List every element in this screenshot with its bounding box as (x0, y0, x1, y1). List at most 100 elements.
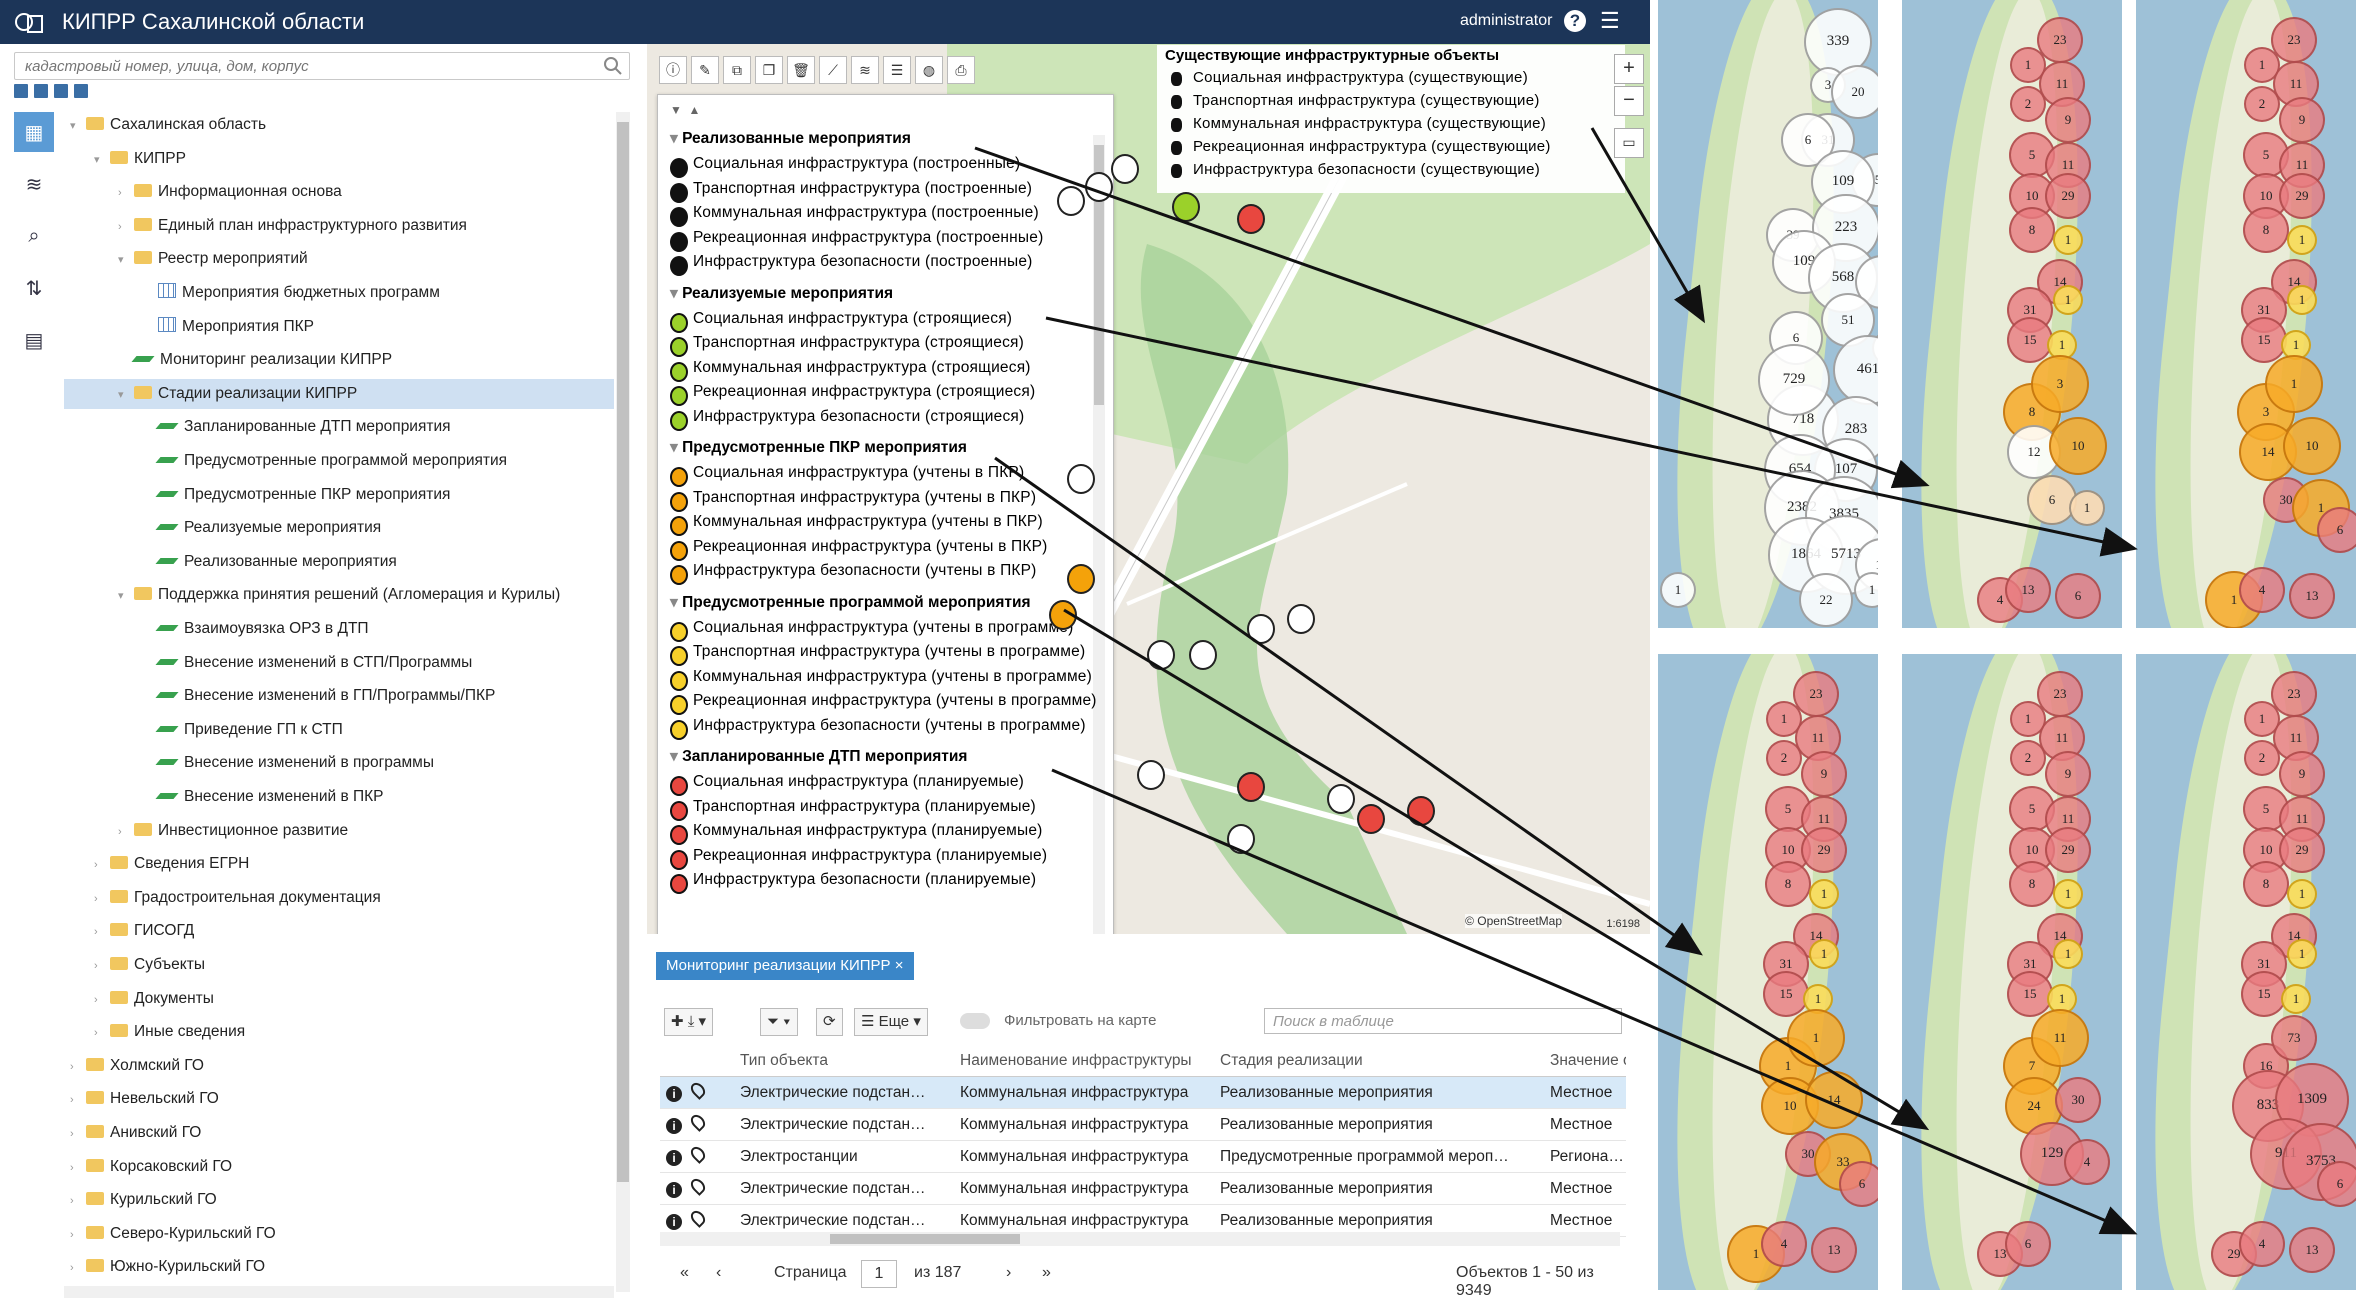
cluster-marker[interactable]: 6 (2317, 507, 2356, 553)
layer-item[interactable]: Коммунальная инфраструктура (учтены в ПК… (693, 513, 1043, 531)
tree-node[interactable]: › Субъекты (64, 950, 614, 980)
stack-layers-icon[interactable]: ≋ (14, 164, 54, 204)
cluster-marker[interactable]: 6 (2055, 573, 2101, 619)
layer-item[interactable]: Социальная инфраструктура (строящиеся) (693, 310, 1012, 328)
legend-list-icon[interactable]: ☰ (883, 56, 911, 84)
expand-chevron-icon[interactable]: ▾ (118, 581, 134, 611)
column-header[interactable]: Значение об (1544, 1046, 1626, 1077)
cluster-marker[interactable]: 15 (2241, 317, 2287, 363)
expand-chevron-icon[interactable]: › (94, 985, 110, 1015)
cluster-marker[interactable]: 9 (2279, 97, 2325, 143)
layer-item[interactable]: Коммунальная инфраструктура (построенные… (693, 204, 1039, 222)
transfer-icon[interactable]: ⇅ (14, 268, 54, 308)
group-chevron-icon[interactable]: ▾ (670, 594, 682, 611)
map-pin[interactable] (1137, 760, 1165, 790)
cluster-marker[interactable]: 1 (2069, 490, 2105, 526)
expand-chevron-icon[interactable]: › (70, 1253, 86, 1283)
objects-icon[interactable]: ⧉ (723, 56, 751, 84)
info-icon[interactable]: i (666, 1118, 682, 1134)
tree-node[interactable]: › Градостроительная документация (64, 883, 614, 913)
layer-panel-scrollbar[interactable] (1093, 135, 1105, 934)
layer-item[interactable]: Социальная инфраструктура (планируемые) (693, 773, 1024, 791)
table-row[interactable]: i Электрические подстан… Коммунальная инфр… (660, 1076, 1626, 1109)
prev-page-button[interactable]: ‹ (716, 1264, 721, 1282)
cluster-marker[interactable]: 11 (2031, 1009, 2089, 1067)
cluster-marker[interactable]: 2 (1766, 740, 1802, 776)
cluster-marker[interactable]: 6 (2005, 1221, 2051, 1267)
cluster-marker[interactable]: 20 (1831, 65, 1878, 119)
cluster-marker[interactable]: 1 (2053, 225, 2083, 255)
locate-pin-icon[interactable] (688, 1176, 708, 1196)
tree-node[interactable]: ▾ Реестр мероприятий (64, 244, 614, 274)
expand-chevron-icon[interactable]: › (118, 178, 134, 208)
map-pin[interactable] (1067, 564, 1095, 594)
cluster-marker[interactable]: 8 (1765, 861, 1811, 907)
cluster-marker[interactable]: 13 (2005, 567, 2051, 613)
table-row[interactable]: i Электростанции Коммунальная инфраструкту… (660, 1140, 1626, 1173)
layer-group-title[interactable]: ▾ Реализованные мероприятия (670, 129, 911, 148)
map-pin[interactable] (1237, 772, 1265, 802)
more-button[interactable]: ☰ Еще ▾ (854, 1008, 928, 1036)
cluster-marker[interactable]: 8 (2009, 861, 2055, 907)
hamburger-menu-icon[interactable]: ☰ (1600, 8, 1620, 34)
cluster-marker[interactable]: 1 (2287, 285, 2317, 315)
tree-node[interactable]: › Иные сведения (64, 1017, 614, 1047)
cluster-marker[interactable]: 9 (2045, 97, 2091, 143)
last-page-button[interactable]: » (1042, 1264, 1051, 1282)
layer-item[interactable]: Транспортная инфраструктура (строящиеся) (693, 334, 1024, 352)
tree-scrollbar[interactable] (616, 112, 630, 1292)
layers-tree-icon[interactable]: ▦ (14, 112, 54, 152)
cluster-marker[interactable]: 9 (1801, 751, 1847, 797)
expand-chevron-icon[interactable]: › (70, 1119, 86, 1149)
info-icon[interactable]: ⓘ (659, 56, 687, 84)
tree-node[interactable]: › Документы (64, 984, 614, 1014)
layer-item[interactable]: Коммунальная инфраструктура (планируемые… (693, 822, 1043, 840)
tree-node[interactable]: Предусмотренные ПКР мероприятия (64, 480, 614, 510)
layer-item[interactable]: Транспортная инфраструктура (учтены в пр… (693, 643, 1085, 661)
tree-node[interactable]: › Единый план инфраструктурного развития (64, 211, 614, 241)
expand-chevron-icon[interactable]: ▾ (70, 111, 86, 141)
info-icon[interactable]: i (666, 1182, 682, 1198)
cluster-marker[interactable]: 6 (1839, 1161, 1878, 1207)
cluster-marker[interactable]: 9 (2279, 751, 2325, 797)
locate-pin-icon[interactable] (688, 1112, 708, 1132)
search-icon[interactable] (603, 56, 623, 76)
edit-icon[interactable]: ✎ (691, 56, 719, 84)
tree-node[interactable]: Внесение изменений в СТП/Программы (64, 648, 614, 678)
map-pin[interactable] (1247, 614, 1275, 644)
tree-node[interactable]: Предусмотренные программой мероприятия (64, 446, 614, 476)
expand-chevron-icon[interactable]: › (94, 917, 110, 947)
layers-icon[interactable]: ≋ (851, 56, 879, 84)
tree-node[interactable]: Внесение изменений в ГП/Программы/ПКР (64, 681, 614, 711)
cluster-marker[interactable]: 1 (2287, 939, 2317, 969)
layer-group-title[interactable]: ▾ Запланированные ДТП мероприятия (670, 747, 967, 766)
map-pin[interactable] (1287, 604, 1315, 634)
group-chevron-icon[interactable]: ▾ (670, 439, 682, 456)
tree-node[interactable]: › Инвестиционное развитие (64, 816, 614, 846)
group-chevron-icon[interactable]: ▾ (670, 130, 682, 147)
cluster-marker[interactable]: 1 (2287, 879, 2317, 909)
layer-item[interactable]: Рекреационная инфраструктура (учтены в п… (693, 692, 1097, 710)
zoom-in-button[interactable]: + (1614, 54, 1644, 84)
layer-item[interactable]: Коммунальная инфраструктура (учтены в пр… (693, 668, 1092, 686)
column-header[interactable]: Стадия реализации (1214, 1046, 1544, 1077)
group-chevron-icon[interactable]: ▾ (670, 748, 682, 765)
filter-button[interactable]: ⏷ ▾ (760, 1008, 798, 1036)
tree-node[interactable]: Мероприятия ПКР (64, 312, 614, 342)
map-pin[interactable] (1172, 192, 1200, 222)
cluster-marker[interactable]: 73 (2271, 1015, 2317, 1061)
tree-node[interactable]: Запланированные ДТП мероприятия (64, 412, 614, 442)
cluster-marker[interactable]: 3 (2031, 355, 2089, 413)
close-tab-icon[interactable]: × (895, 957, 904, 974)
cluster-marker[interactable]: 13 (2289, 573, 2335, 619)
map-pin[interactable] (1227, 824, 1255, 854)
expand-chevron-icon[interactable]: › (94, 884, 110, 914)
layer-group-title[interactable]: ▾ Предусмотренные программой мероприятия (670, 593, 1031, 612)
map-pin[interactable] (1189, 640, 1217, 670)
tree-node[interactable]: Взаимоувязка ОРЗ в ДТП (64, 614, 614, 644)
tree-node[interactable]: Мероприятия бюджетных программ (64, 278, 614, 308)
cluster-marker[interactable]: 15 (1763, 971, 1809, 1017)
layer-item[interactable]: Транспортная инфраструктура (планируемые… (693, 798, 1036, 816)
expand-chevron-icon[interactable]: › (118, 817, 134, 847)
expand-chevron-icon[interactable]: › (70, 1085, 86, 1115)
